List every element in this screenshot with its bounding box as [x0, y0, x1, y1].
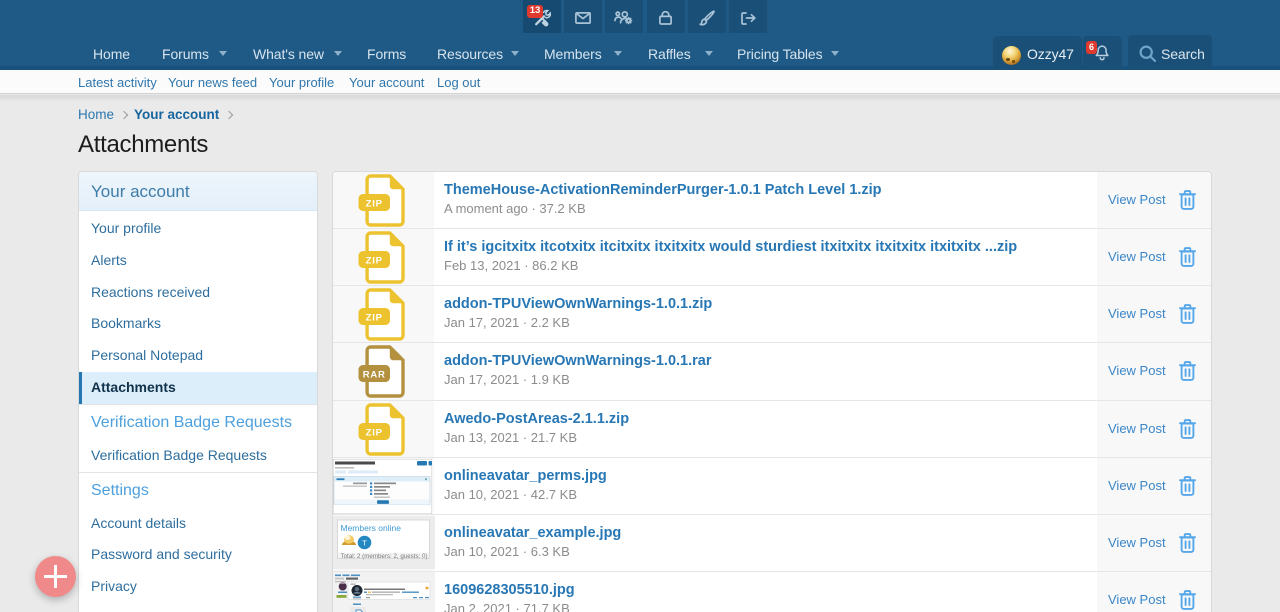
svg-text:Total: 2 (members: 2, guests:: Total: 2 (members: 2, guests: 0) — [341, 553, 428, 560]
svg-text:ZIP: ZIP — [366, 198, 383, 209]
svg-text:RAR: RAR — [363, 370, 386, 381]
svg-text:ZIP: ZIP — [366, 313, 383, 324]
svg-text:T: T — [362, 538, 367, 547]
svg-text:ZIP: ZIP — [366, 427, 383, 438]
svg-text:ZIP: ZIP — [366, 255, 383, 266]
svg-text:Members online: Members online — [341, 523, 402, 533]
